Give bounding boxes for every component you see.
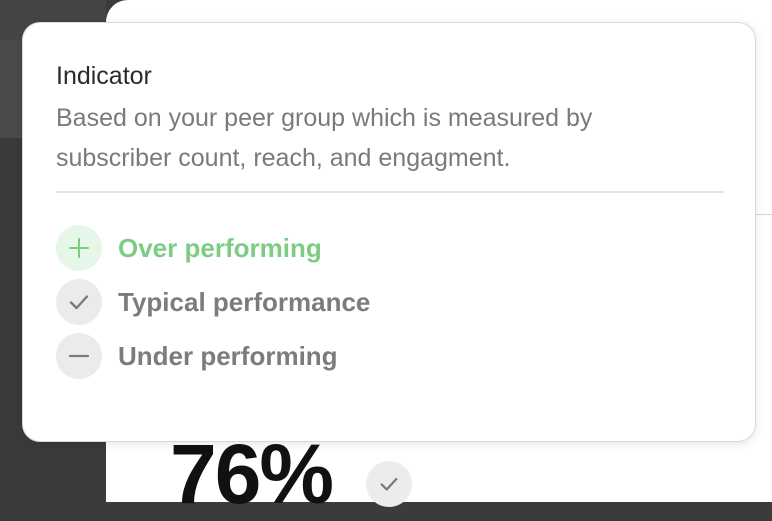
indicator-legend: Over performing Typical performance Unde… — [56, 225, 370, 387]
metric-value: 76% — [170, 427, 334, 521]
legend-item-typical-performance: Typical performance — [56, 279, 370, 325]
minus-icon — [56, 333, 102, 379]
check-icon — [56, 279, 102, 325]
divider — [56, 191, 724, 193]
indicator-popover: Indicator Based on your peer group which… — [22, 22, 756, 442]
legend-item-under-performing: Under performing — [56, 333, 370, 379]
legend-item-over-performing: Over performing — [56, 225, 370, 271]
legend-label: Under performing — [118, 340, 338, 371]
plus-icon — [56, 225, 102, 271]
legend-label: Typical performance — [118, 286, 371, 317]
popover-title: Indicator — [56, 62, 152, 90]
check-icon — [366, 461, 412, 507]
legend-label: Over performing — [118, 232, 322, 263]
popover-description: Based on your peer group which is measur… — [56, 104, 593, 172]
